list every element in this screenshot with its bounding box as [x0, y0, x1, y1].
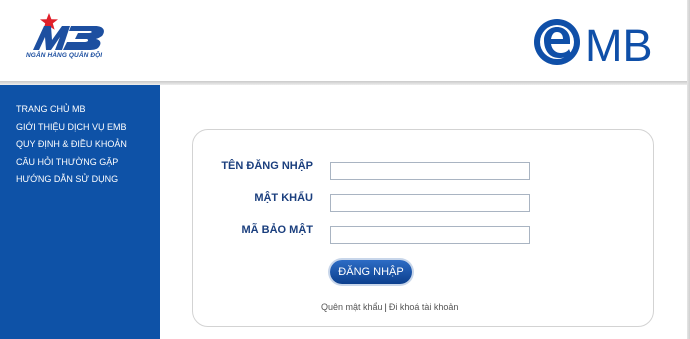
sidebar-item-user-guide[interactable]: HƯỚNG DẪN SỬ DỤNG	[16, 171, 127, 189]
forgot-password-link[interactable]: Quên mật khẩu	[321, 302, 383, 312]
sidebar: TRANG CHỦ MB GIỚI THIỆU DỊCH VỤ EMB QUY …	[0, 85, 160, 339]
sidebar-item-faq[interactable]: CÂU HỎI THƯỜNG GẶP	[16, 154, 127, 172]
sidebar-item-home[interactable]: TRANG CHỦ MB	[16, 101, 127, 119]
svg-text:MB: MB	[585, 20, 653, 68]
emb-logo: MB	[534, 19, 653, 68]
header: NGÂN HÀNG QUÂN ĐỘI MB	[0, 0, 690, 83]
captcha-label: MÃ BẢO MẬT	[241, 224, 314, 236]
password-label: MẬT KHẨU	[254, 192, 313, 204]
captcha-input[interactable]	[330, 226, 530, 244]
login-links: Quên mật khẩu | Đi khoá tài khoản	[321, 302, 690, 312]
login-panel: TÊN ĐĂNG NHẬP MẬT KHẨU MÃ BẢO MẬT ĐĂNG N…	[192, 129, 654, 327]
username-input[interactable]	[330, 162, 530, 180]
sidebar-item-terms[interactable]: QUY ĐỊNH & ĐIỀU KHOẢN	[16, 136, 127, 154]
username-label: TÊN ĐĂNG NHẬP	[221, 160, 313, 172]
mb-tagline: NGÂN HÀNG QUÂN ĐỘI	[26, 52, 103, 59]
login-button[interactable]: ĐĂNG NHẬP	[330, 260, 412, 284]
sidebar-item-emb-intro[interactable]: GIỚI THIỆU DỊCH VỤ EMB	[16, 119, 127, 137]
password-input[interactable]	[330, 194, 530, 212]
sidebar-nav: TRANG CHỦ MB GIỚI THIỆU DỊCH VỤ EMB QUY …	[16, 101, 127, 189]
account-lock-link[interactable]: Đi khoá tài khoản	[389, 302, 459, 312]
link-separator: |	[384, 302, 387, 312]
